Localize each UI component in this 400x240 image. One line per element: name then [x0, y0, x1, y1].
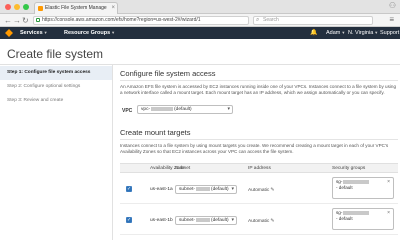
address-bar: ← → ↻ https://console.aws.amazon.com/efs…: [0, 14, 400, 27]
bell-icon[interactable]: 🔔: [310, 27, 317, 39]
aws-favicon-icon: [38, 6, 43, 11]
availability-zone: us-east-1b: [150, 218, 173, 223]
aws-logo-icon[interactable]: [5, 29, 13, 37]
search-input[interactable]: ⌕ Search: [253, 16, 373, 25]
section-heading: Configure file system access: [120, 69, 216, 78]
step-review-create[interactable]: Step 3: Review and create: [0, 94, 112, 108]
ip-address-field[interactable]: Automatic✎: [248, 218, 275, 224]
aws-top-nav: Services▼ Resource Groups▼ 🔔 Adam▼ N. Vi…: [0, 27, 400, 39]
redacted-id: [151, 106, 174, 111]
section-description: Instances connect to a file system by us…: [120, 143, 389, 155]
sg-name: - default: [336, 185, 353, 190]
chevron-down-icon: ▼: [374, 30, 379, 35]
availability-zone: us-east-1a: [150, 187, 173, 192]
divider: [120, 139, 398, 140]
back-arrow-icon[interactable]: ←: [4, 15, 12, 26]
column-header: Security groups: [332, 166, 366, 171]
subnet-suffix: (default): [211, 187, 229, 192]
browser-tab[interactable]: Elastic File System Manage ×: [34, 2, 118, 14]
subnet-suffix: (default): [211, 218, 229, 223]
divider: [112, 64, 113, 240]
menu-icon[interactable]: ≡: [389, 15, 394, 24]
vpc-label: VPC: [122, 108, 133, 114]
section-description: An Amazon EFS file system is accessed by…: [120, 84, 397, 96]
mount-target-checkbox[interactable]: ✓: [126, 186, 132, 192]
remove-icon[interactable]: ×: [387, 210, 390, 216]
user-menu[interactable]: Adam▼: [326, 27, 345, 39]
ip-address-field[interactable]: Automatic✎: [248, 187, 275, 193]
search-icon: ⌕: [256, 17, 260, 23]
section-heading: Create mount targets: [120, 128, 191, 137]
title-bar: Elastic File System Manage × ⚇: [0, 0, 400, 14]
step-configure-access[interactable]: Step 1: Configure file system access: [0, 66, 112, 80]
close-window-button[interactable]: [5, 4, 11, 10]
table-row: ✓ us-east-1b subnet- (default) ▾ Automati…: [120, 205, 398, 235]
divider: [0, 64, 400, 65]
security-groups-field[interactable]: sg- - default ×: [332, 208, 394, 230]
sg-name: - default: [336, 216, 353, 221]
maximize-window-button[interactable]: [23, 4, 29, 10]
step-optional-settings[interactable]: Step 2: Configure optional settings: [0, 80, 112, 94]
remove-icon[interactable]: ×: [387, 179, 390, 185]
redacted-id: [196, 217, 210, 222]
subnet-value: subnet-: [179, 187, 195, 192]
chevron-down-icon: ▾: [227, 106, 230, 112]
chevron-down-icon: ▾: [231, 217, 234, 223]
search-placeholder: Search: [263, 17, 279, 23]
vpc-suffix: (default): [174, 107, 192, 112]
vpc-select[interactable]: vpc- (default) ▾: [137, 105, 233, 114]
pencil-icon: ✎: [270, 218, 275, 224]
sg-id: sg-: [336, 179, 343, 184]
divider: [120, 80, 398, 81]
resource-groups-menu[interactable]: Resource Groups▼: [64, 27, 115, 39]
support-menu[interactable]: Support▼: [380, 27, 400, 39]
chevron-down-icon: ▼: [341, 30, 346, 35]
subnet-select[interactable]: subnet- (default) ▾: [175, 216, 237, 225]
browser-window: Elastic File System Manage × ⚇ ← → ↻ htt…: [0, 0, 400, 240]
mount-target-checkbox[interactable]: ✓: [126, 217, 132, 223]
table-row: ✓ us-east-1a subnet- (default) ▾ Automati…: [120, 174, 398, 204]
redacted-id: [343, 210, 370, 215]
forward-arrow-icon[interactable]: →: [13, 15, 21, 26]
subnet-value: subnet-: [179, 218, 195, 223]
profile-icon[interactable]: ⚇: [389, 1, 396, 10]
tab-title: Elastic File System Manage: [45, 5, 107, 11]
minimize-window-button[interactable]: [14, 4, 20, 10]
vpc-value: vpc-: [141, 107, 151, 112]
services-menu[interactable]: Services▼: [20, 27, 48, 39]
redacted-id: [343, 179, 370, 184]
page-title: Create file system: [7, 47, 104, 61]
redacted-id: [196, 186, 210, 191]
chevron-down-icon: ▼: [111, 30, 116, 35]
region-menu[interactable]: N. Virginia▼: [348, 27, 378, 39]
column-header: IP address: [248, 166, 271, 171]
chevron-down-icon: ▼: [43, 30, 48, 35]
url-input[interactable]: https://console.aws.amazon.com/efs/home?…: [33, 16, 249, 25]
sg-id: sg-: [336, 210, 343, 215]
close-tab-icon[interactable]: ×: [111, 3, 115, 14]
lock-icon: [36, 18, 40, 22]
mount-targets-table-header: Availability Zone Subnet IP address Secu…: [120, 163, 398, 173]
pencil-icon: ✎: [270, 187, 275, 193]
wizard-steps: Step 1: Configure file system access Ste…: [0, 66, 112, 108]
reload-icon[interactable]: ↻: [22, 15, 29, 26]
security-groups-field[interactable]: sg- - default ×: [332, 177, 394, 199]
subnet-select[interactable]: subnet- (default) ▾: [175, 185, 237, 194]
chevron-down-icon: ▾: [231, 186, 234, 192]
column-header: Subnet: [175, 166, 191, 171]
url-text: https://console.aws.amazon.com/efs/home?…: [42, 17, 201, 23]
